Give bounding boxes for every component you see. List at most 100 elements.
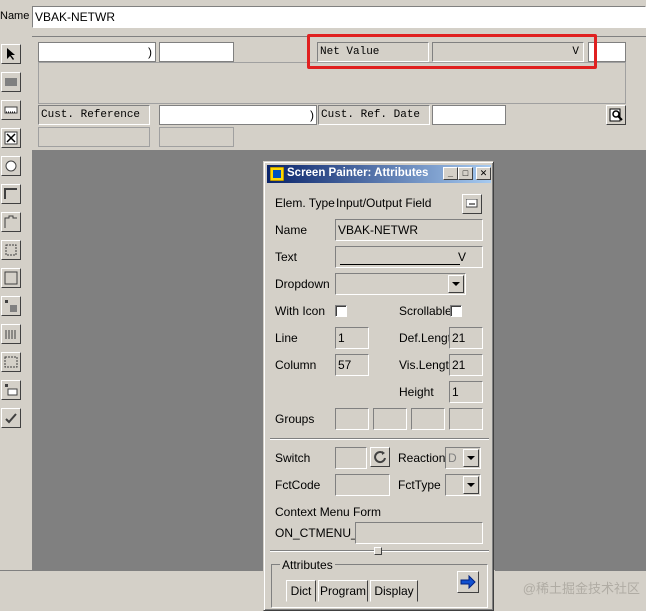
tab-display[interactable]: Display [370,580,418,602]
text-field-left[interactable]: ) [38,42,156,62]
cust-reference-field[interactable]: ) [159,105,317,125]
dropdown-select[interactable] [335,273,466,295]
vis-length-value: 21 [452,358,466,372]
pointer-tool[interactable] [1,44,21,64]
cust-ref-paren: ) [310,108,314,122]
elem-type-value: Input/Output Field [336,196,432,210]
checkbox-tool[interactable] [1,128,21,148]
maximize-button[interactable]: □ [458,167,473,180]
switch-field[interactable] [335,447,367,469]
input-field-left[interactable] [159,42,234,62]
pushbutton-tool[interactable] [1,184,21,204]
tab-dict[interactable]: Dict [286,580,316,602]
status-check-icon [5,413,17,424]
column-value: 57 [338,358,352,372]
box-tool[interactable] [1,268,21,288]
group-field-2[interactable] [373,408,407,430]
status-bar-left [0,570,263,601]
table-control-tool[interactable] [1,324,21,344]
status-icon-tool[interactable] [1,408,21,428]
tab-program-label: Program [319,584,366,598]
custom-control-tool[interactable] [1,380,21,400]
name-attr-value: VBAK-NETWR [338,223,419,237]
paren-text: ) [148,45,152,59]
cust-ref-date-field[interactable] [432,105,506,125]
frame-left [38,127,150,147]
table-icon [5,330,16,339]
close-icon: ✕ [479,168,488,178]
vis-length-field[interactable]: 21 [449,354,483,376]
input-field-tool[interactable] [1,100,21,120]
elem-type-button[interactable] [462,194,482,214]
dropdown-label: Dropdown [275,277,330,291]
scrollable-checkbox[interactable] [450,305,462,317]
text-attr-field[interactable]: V [335,246,483,268]
line-field[interactable]: 1 [335,327,369,349]
element-name-value: VBAK-NETWR [35,10,116,24]
table-wizard-tool[interactable] [1,352,21,372]
column-field[interactable]: 57 [335,354,369,376]
column-label: Column [275,358,317,372]
tab-dict-label: Dict [290,584,312,598]
height-label: Height [399,385,434,399]
vis-length-label: Vis.Length [399,358,456,372]
radio-button-tool[interactable] [1,156,21,176]
custom-control-icon [5,384,18,396]
reaction-dropdown-icon[interactable] [463,449,479,467]
cust-ref-date-label-text: Cust. Ref. Date [321,109,421,121]
fctcode-label: FctCode [275,478,321,492]
height-value: 1 [452,385,459,399]
search-help-icon [609,108,623,122]
height-field[interactable]: 1 [449,381,483,403]
reaction-select[interactable]: D [445,447,481,469]
dialog-title-bar[interactable]: Screen Painter: Attributes _ □ ✕ [267,165,491,183]
frame-icon [4,188,17,199]
group-field-4[interactable] [449,408,483,430]
name-field-label: Name [275,223,308,237]
fctcode-field[interactable] [335,474,390,496]
context-menu-label: Context Menu Form [275,505,382,519]
splitter-handle[interactable] [374,547,382,555]
fcttype-select[interactable] [445,474,481,496]
text-field-icon [5,78,17,86]
screen-painter-icon [270,167,284,181]
text-field-tool[interactable] [1,72,21,92]
checkbox-icon [4,131,18,145]
cust-ref-date-label[interactable]: Cust. Ref. Date [318,105,430,125]
reaction-label: Reaction [398,451,446,465]
switch-label: Switch [275,451,311,465]
name-attr-field[interactable]: VBAK-NETWR [335,219,483,241]
cust-reference-label[interactable]: Cust. Reference [38,105,150,125]
subscreen-tool[interactable] [1,296,21,316]
group-field-3[interactable] [411,408,445,430]
radio-icon [5,160,17,172]
group-field-1[interactable] [335,408,369,430]
with-icon-checkbox[interactable] [335,305,347,317]
wizard-icon [5,244,17,256]
subscreen-icon [5,300,17,312]
pointer-icon [7,48,15,60]
context-menu-field[interactable] [355,522,483,544]
close-button[interactable]: ✕ [476,167,491,180]
search-help-button[interactable] [606,105,626,125]
frame-right [159,127,234,147]
line-label: Line [275,331,298,345]
fcttype-dropdown-icon[interactable] [463,476,479,494]
name-label: Name [0,10,30,22]
dropdown-arrow-icon[interactable] [448,275,464,293]
elem-type-label: Elem. Type [275,196,335,210]
tabstrip-tool[interactable] [1,212,21,232]
switch-button[interactable] [370,447,390,467]
tab-program[interactable]: Program [318,580,368,602]
tabstrip-wizard-tool[interactable] [1,240,21,260]
def-length-label: Def.Lengt [399,331,452,345]
reaction-value: D [448,451,457,465]
text-field-label: Text [275,250,298,264]
def-length-field[interactable]: 21 [449,327,483,349]
input-field-icon [4,106,18,114]
attributes-dialog: Screen Painter: Attributes _ □ ✕ Elem. T… [263,161,494,611]
divider [270,438,489,440]
minimize-button[interactable]: _ [443,167,458,180]
element-name-field[interactable]: VBAK-NETWR [32,6,646,28]
next-button[interactable] [457,571,479,593]
